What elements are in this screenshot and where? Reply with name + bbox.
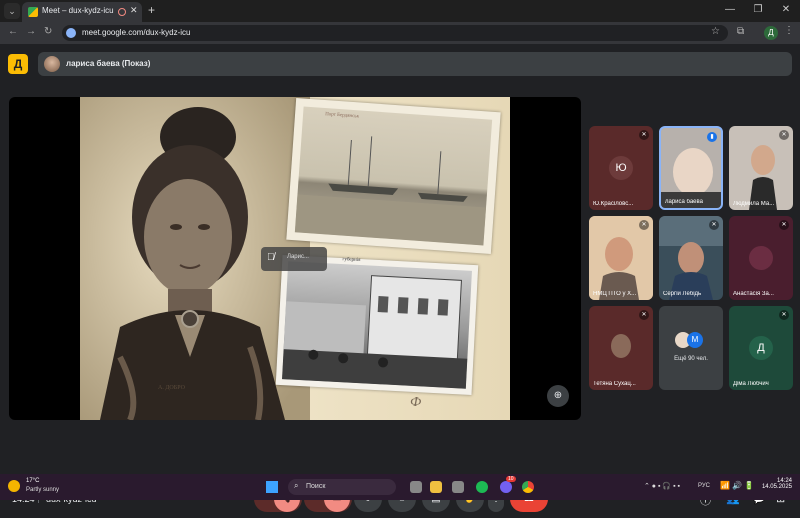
presenter-label: лариса баева (Показ) (66, 59, 151, 68)
site-info-icon[interactable] (66, 28, 76, 38)
new-tab-button[interactable]: + (148, 3, 155, 17)
self-view-floating-tile[interactable]: 🎙̸ Ларис... (261, 247, 327, 271)
participant-tile[interactable]: ✕ Тетяна Сухац... (589, 306, 653, 390)
self-view-name: Ларис... (287, 254, 309, 260)
weather-widget[interactable]: 17°C Partly sunny (8, 478, 88, 496)
restore-icon[interactable]: ❐ (744, 0, 772, 22)
participant-name: Ю.Красіловс... (593, 201, 634, 207)
slide-photo-street: губернія (275, 254, 479, 396)
mic-off-icon: ✕ (639, 130, 649, 140)
participant-avatar: Д (749, 336, 773, 360)
calculator-icon[interactable] (452, 481, 464, 493)
mic-off-icon: ✕ (779, 220, 789, 230)
close-tab-icon[interactable]: ✕ (130, 5, 138, 16)
participant-name: Тетяна Сухац... (593, 381, 636, 387)
viber-icon[interactable] (500, 481, 512, 493)
meet-favicon-icon (28, 7, 38, 17)
participant-tile[interactable]: ✕ Людмила Ма... (729, 126, 793, 210)
mic-off-icon: 🎙̸ (267, 252, 275, 263)
partly-sunny-icon (8, 480, 20, 492)
task-view-icon[interactable] (410, 481, 422, 493)
participant-tile[interactable]: ✕ Анастасія За... (729, 216, 793, 300)
chrome-icon[interactable] (522, 481, 534, 493)
participant-avatar-photo (749, 246, 773, 270)
minimize-icon[interactable]: — (716, 0, 744, 22)
participant-tile[interactable]: ✕ НМЦ ПТО у Х... (589, 216, 653, 300)
mic-off-icon: ✕ (639, 220, 649, 230)
mic-off-icon: ✕ (779, 310, 789, 320)
back-icon[interactable]: ← (8, 26, 18, 37)
avatar: M (687, 332, 703, 348)
participant-name: Сергій Лебідь (663, 291, 702, 297)
participant-tile[interactable]: Д ✕ Діма Любчич (729, 306, 793, 390)
ships-drawing (294, 136, 487, 246)
weather-temp: 17°C (26, 478, 40, 484)
participant-tile[interactable]: Ю ✕ Ю.Красіловс... (589, 126, 653, 210)
taskbar-search[interactable]: ⌕ Поиск (288, 479, 396, 495)
weather-desc: Partly sunny (26, 487, 60, 493)
search-label: Поиск (306, 483, 326, 490)
bookmark-star-icon[interactable]: ☆ (711, 26, 720, 37)
more-participants-avatars: M (675, 332, 707, 350)
participant-name: НМЦ ПТО у Х... (593, 291, 637, 297)
mic-off-icon: ✕ (709, 220, 719, 230)
language-indicator[interactable]: РУС (698, 483, 710, 489)
forward-icon[interactable]: → (26, 26, 36, 37)
presentation-stage: А. ДОБРО Порт Бердянськ губернія Ф 🎙̸ Ла… (9, 97, 581, 420)
slide-bottom-text: Ф (410, 395, 422, 410)
meet-logo: Д (8, 54, 28, 74)
presenter-avatar (44, 56, 60, 72)
participant-name: лариса баева (665, 199, 703, 205)
tab-search-icon[interactable]: ⌄ (4, 3, 20, 19)
participant-name: Людмила Ма... (733, 201, 775, 207)
browser-tab-bar: ⌄ Meet – dux-kydz-icu ✕ + — ❐ ✕ (0, 0, 800, 22)
mic-off-icon: ✕ (779, 130, 789, 140)
system-tray-icons[interactable]: ⌃ ● ▪ 🎧 ▪ ▪ (644, 482, 680, 490)
recording-indicator-icon (118, 8, 126, 16)
network-volume-icon[interactable]: 📶 🔊 🔋 (720, 481, 754, 490)
url-field[interactable]: meet.google.com/dux-kydz-icu ☆ (62, 25, 728, 41)
more-participants-label: Ещё 90 чел. (674, 356, 708, 362)
profile-avatar[interactable]: Д (764, 26, 778, 40)
street-photo-image (282, 261, 472, 389)
search-icon: ⌕ (294, 481, 299, 490)
window-close-icon[interactable]: ✕ (772, 0, 800, 22)
url-text: meet.google.com/dux-kydz-icu (82, 28, 191, 37)
meet-window: Д лариса баева (Показ) А. ДОБРО Порт Бер… (0, 44, 800, 518)
participant-grid: Ю ✕ Ю.Красіловс... ▮ лариса баева ✕ Людм… (589, 126, 793, 392)
notification-badge: 10 (506, 476, 516, 482)
more-participants-tile[interactable]: M Ещё 90 чел. (659, 306, 723, 390)
address-bar-row: ← → ↻ meet.google.com/dux-kydz-icu ☆ (0, 22, 800, 44)
window-controls: — ❐ ✕ (716, 0, 800, 22)
participant-avatar: Ю (609, 156, 633, 180)
speaking-indicator-icon: ▮ (707, 132, 717, 142)
participant-name: Анастасія За... (733, 291, 774, 297)
start-button-icon[interactable] (266, 481, 278, 493)
participant-name: Діма Любчич (733, 381, 769, 387)
participant-tile[interactable]: ▮ лариса баева (659, 126, 723, 210)
street-drawing (282, 275, 468, 389)
port-photo-image (294, 106, 493, 246)
spotify-icon[interactable] (476, 481, 488, 493)
portrait-caption: А. ДОБРО (158, 385, 185, 391)
extensions-icon[interactable]: ⧉ (737, 26, 744, 37)
presenter-bar: лариса баева (Показ) (38, 52, 792, 76)
tab-title: Meet – dux-kydz-icu (42, 6, 114, 15)
zoom-icon[interactable]: ⊕ (547, 385, 569, 407)
browser-menu-icon[interactable]: ⋮ (784, 25, 794, 36)
street-photo-caption: губернія (342, 257, 361, 264)
mic-off-icon: ✕ (639, 310, 649, 320)
participant-tile[interactable]: ✕ Сергій Лебідь (659, 216, 723, 300)
tab-meet[interactable]: Meet – dux-kydz-icu ✕ (22, 2, 142, 22)
reload-icon[interactable]: ↻ (44, 26, 52, 37)
file-explorer-icon[interactable] (430, 481, 442, 493)
os-taskbar: 17°C Partly sunny ⌕ Поиск 10 ⌃ ● ▪ 🎧 ▪ ▪… (0, 474, 800, 500)
clock[interactable]: 14:24 14.05.2025 (756, 478, 792, 490)
clock-date: 14.05.2025 (761, 484, 792, 490)
slide-photo-port: Порт Бердянськ (286, 98, 501, 254)
